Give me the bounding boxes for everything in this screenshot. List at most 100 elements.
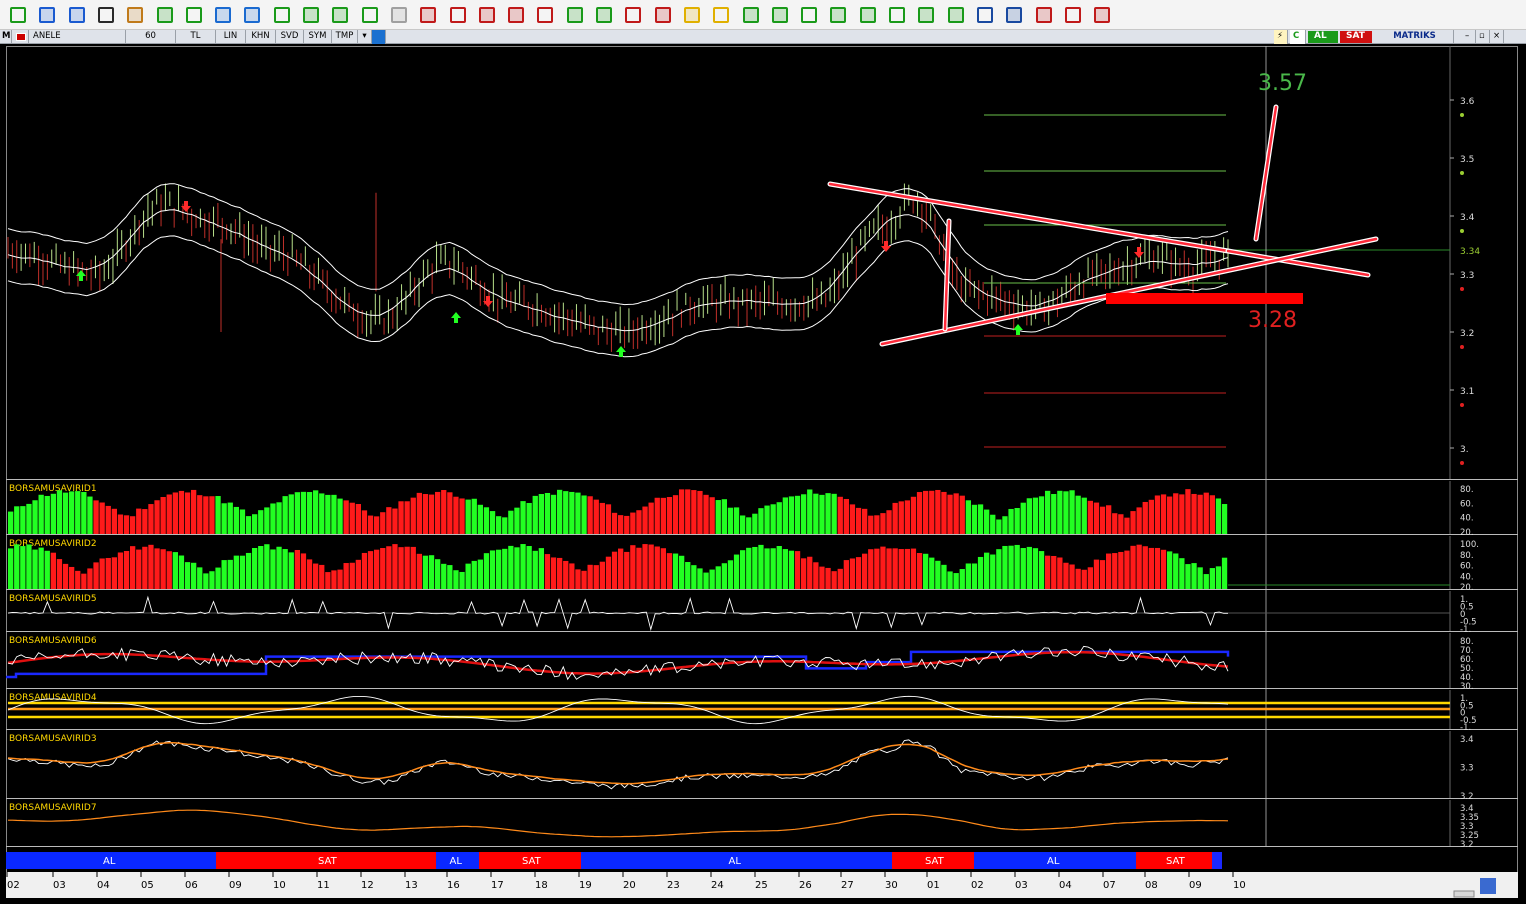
middle-band <box>7 209 1229 332</box>
arrows-expand-icon[interactable] <box>743 7 759 23</box>
vertical-line-icon[interactable] <box>303 7 319 23</box>
signal-label: SAT <box>318 856 338 867</box>
histogram-bar <box>374 516 380 534</box>
sell-button[interactable]: SAT <box>1340 31 1372 43</box>
checkbox-icon[interactable] <box>1036 7 1052 23</box>
arrow-up-icon[interactable] <box>918 7 934 23</box>
histogram-bar <box>282 496 288 534</box>
arrow-cursor-icon[interactable] <box>39 7 55 23</box>
fib-alt-icon[interactable] <box>450 7 466 23</box>
trendline-alt-icon[interactable] <box>362 7 378 23</box>
histogram-bar <box>233 506 239 534</box>
mode-c-button[interactable]: C <box>1290 30 1306 44</box>
sym-button[interactable]: SYM <box>304 30 332 44</box>
fib-arc-icon[interactable] <box>508 7 524 23</box>
histogram-bar <box>1057 557 1063 589</box>
fib-time-icon[interactable] <box>537 7 553 23</box>
target-up-label: 3.57 <box>1258 71 1307 96</box>
histogram-bar <box>855 557 862 589</box>
date-label: 02 <box>971 880 984 891</box>
fib-fan-icon[interactable] <box>479 7 495 23</box>
histogram-bar <box>1087 567 1093 589</box>
histogram-bar <box>404 501 410 534</box>
date-label: 05 <box>141 880 154 891</box>
tools-icon[interactable] <box>127 7 143 23</box>
histogram-bar <box>971 563 978 589</box>
cross-icon[interactable] <box>772 7 788 23</box>
gann-alt-icon[interactable] <box>596 7 612 23</box>
histogram-bar <box>26 503 32 534</box>
histogram-bar <box>294 492 300 534</box>
channel-alt-icon[interactable] <box>244 7 260 23</box>
flag-icon[interactable] <box>13 30 29 44</box>
trendline-upper[interactable] <box>828 182 1230 253</box>
histogram-bar <box>374 549 380 589</box>
signal-label: AL <box>450 856 463 867</box>
zoom-icon[interactable] <box>977 7 993 23</box>
date-label: 10 <box>1233 880 1246 891</box>
lin-button[interactable]: LIN <box>216 30 246 44</box>
histogram-bar <box>990 514 996 534</box>
hand-icon[interactable] <box>10 7 26 23</box>
date-label: 02 <box>7 880 20 891</box>
minimize-icon[interactable]: – <box>1462 30 1476 44</box>
indicator-scale-label: 20. <box>1460 583 1474 593</box>
chevron-down-icon[interactable]: ▾ <box>358 30 372 44</box>
scrollbar[interactable] <box>1453 890 1475 898</box>
tmp-button[interactable]: TMP <box>332 30 358 44</box>
channel-icon[interactable] <box>215 7 231 23</box>
magnet-icon[interactable] <box>1094 7 1110 23</box>
period-field[interactable]: 60 <box>126 30 176 44</box>
histogram-bar <box>130 516 136 534</box>
histogram-bar <box>813 562 819 589</box>
histogram-bar <box>50 552 56 589</box>
fib-icon[interactable] <box>420 7 436 23</box>
crosshair-icon[interactable] <box>69 7 85 23</box>
alarm-icon[interactable] <box>713 7 729 23</box>
trendline-icon[interactable] <box>332 7 348 23</box>
arrows-vertical-icon[interactable] <box>801 7 817 23</box>
histogram-bar <box>136 549 142 589</box>
window-icon[interactable] <box>372 30 386 44</box>
edit-icon[interactable] <box>98 7 114 23</box>
lightning-icon[interactable]: ⚡ <box>1274 30 1288 44</box>
asterisk-icon[interactable] <box>830 7 846 23</box>
histogram-bar <box>62 492 69 534</box>
note-icon[interactable] <box>655 7 671 23</box>
histogram-bar <box>331 570 337 589</box>
chart-canvas[interactable]: 3.6 3.5 3.4 3.3 3.2 3.1 3. 3.34 3.57 3.28 BORSAMUS… <box>6 46 1518 898</box>
axis-marker <box>1460 229 1464 233</box>
chart-area[interactable]: 3.6 3.5 3.4 3.3 3.2 3.1 3. 3.34 3.57 3.28 BORSAMUS… <box>6 46 1518 898</box>
pencil-alt-icon[interactable] <box>186 7 202 23</box>
histogram-bar <box>130 546 136 589</box>
arrow-left-icon[interactable] <box>860 7 876 23</box>
symbol-field[interactable]: ANELE <box>30 30 126 44</box>
buy-button[interactable]: AL <box>1308 31 1338 43</box>
histogram-bar <box>1051 494 1057 534</box>
khn-button[interactable]: KHN <box>246 30 276 44</box>
scroll-sync-icon[interactable] <box>1480 878 1496 894</box>
horizontal-line-icon[interactable] <box>274 7 290 23</box>
buy-arrow-icon <box>451 312 461 323</box>
market-button[interactable]: M <box>0 30 12 44</box>
currency-field[interactable]: TL <box>176 30 216 44</box>
triangle-icon[interactable] <box>1065 7 1081 23</box>
text-icon[interactable] <box>625 7 641 23</box>
histogram-bar <box>990 554 996 589</box>
maximize-icon[interactable]: ▫ <box>1476 30 1490 44</box>
histogram-bar <box>75 491 81 534</box>
date-label: 26 <box>799 880 812 891</box>
gann-icon[interactable] <box>567 7 583 23</box>
histogram-bar <box>459 571 465 589</box>
histogram-bar <box>93 500 99 534</box>
long-average-line <box>8 809 1229 838</box>
svd-button[interactable]: SVD <box>276 30 304 44</box>
arrow-down-icon[interactable] <box>948 7 964 23</box>
zoom-alt-icon[interactable] <box>1006 7 1022 23</box>
close-icon[interactable]: × <box>1490 30 1504 44</box>
bell-icon[interactable] <box>684 7 700 23</box>
arrow-right-icon[interactable] <box>889 7 905 23</box>
ray-icon[interactable] <box>391 7 407 23</box>
date-label: 06 <box>185 880 198 891</box>
pencil-icon[interactable] <box>157 7 173 23</box>
